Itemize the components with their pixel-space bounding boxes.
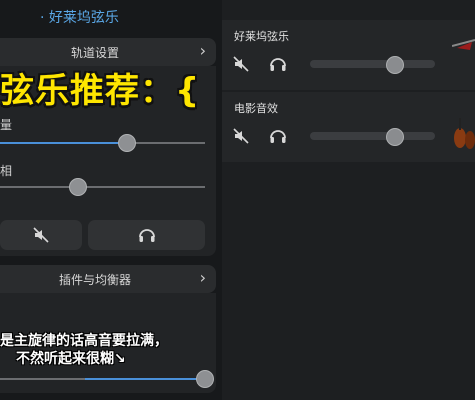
track-settings-title: 轨道设置 <box>70 46 119 60</box>
violin-thumbnail-icon <box>454 118 475 149</box>
plugins-eq-header[interactable]: 插件与均衡器 › <box>0 265 216 293</box>
track-row-2[interactable]: 电影音效 <box>222 92 475 162</box>
chevron-right-icon: › <box>199 41 206 60</box>
track-volume-slider[interactable] <box>310 132 435 140</box>
mute-button[interactable] <box>0 220 82 250</box>
headphones-icon <box>138 229 155 242</box>
track-volume-slider[interactable] <box>310 60 435 68</box>
track-volume-knob[interactable] <box>386 128 404 146</box>
mute-icon <box>33 227 49 243</box>
track-name: 好莱坞弦乐 <box>234 30 289 43</box>
mute-icon[interactable] <box>232 127 250 145</box>
caption-line-2: 不然听起来很糊↘ <box>16 351 126 367</box>
pan-track[interactable] <box>0 186 205 188</box>
instrument-thumbnail-icon <box>452 39 475 50</box>
plugins-eq-title: 插件与均衡器 <box>58 273 131 287</box>
volume-knob[interactable] <box>118 134 137 152</box>
caption-line-1: 是主旋律的话高音要拉满， <box>0 333 168 349</box>
plugin-fill <box>85 378 205 380</box>
pan-knob[interactable] <box>68 178 87 196</box>
pan-label: 相 <box>0 164 13 178</box>
volume-fill <box>0 142 128 144</box>
overlay-title: 弦乐推荐：{ <box>0 71 201 111</box>
plugin-knob[interactable] <box>196 370 214 388</box>
monitor-button[interactable] <box>88 220 205 250</box>
top-track-title: · 好莱坞弦乐 <box>40 10 119 26</box>
track-row-1[interactable]: 好莱坞弦乐 <box>222 20 475 90</box>
track-settings-header[interactable]: 轨道设置 › <box>0 38 216 66</box>
volume-label: 量 <box>0 118 13 132</box>
track-name: 电影音效 <box>234 102 278 115</box>
track-volume-knob[interactable] <box>386 56 404 74</box>
chevron-right-icon: › <box>199 268 206 287</box>
empty-track-area <box>222 162 475 400</box>
headphones-icon[interactable] <box>268 54 288 74</box>
headphones-icon[interactable] <box>268 126 288 146</box>
mute-icon[interactable] <box>232 55 250 73</box>
